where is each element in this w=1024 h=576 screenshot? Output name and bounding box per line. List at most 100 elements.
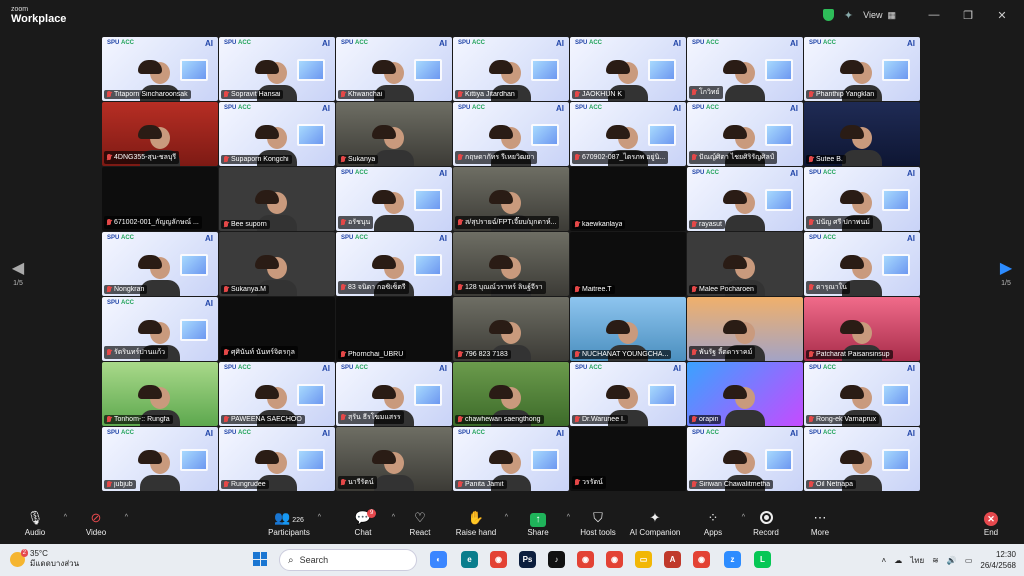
taskbar-search[interactable]: ⌕ Search [279, 549, 417, 571]
participant-tile[interactable]: orapin [687, 362, 803, 426]
participant-tile[interactable]: SPU ACC AI กฤษดากัทร รีเหยวิฒยา [453, 102, 569, 166]
tray-cloud-icon[interactable]: ☁ [894, 556, 902, 565]
encryption-shield-icon[interactable] [822, 9, 834, 21]
participant-tile[interactable]: chawhewan saengthong [453, 362, 569, 426]
language-indicator[interactable]: ไทย [910, 554, 924, 567]
taskbar-app-explorer-icon[interactable]: ▭ [635, 551, 652, 568]
video-button[interactable]: ⊘ Video ^ [66, 510, 128, 537]
participant-tile[interactable]: SPU ACC AI rayasut [687, 167, 803, 231]
taskbar-app-edge-icon[interactable]: e [461, 551, 478, 568]
ai-companion-button[interactable]: ✦ AI Companion [625, 510, 685, 537]
participant-tile[interactable]: SPU ACC AI Rong-ek Varnaprux [804, 362, 920, 426]
taskbar-app-chrome4-icon[interactable]: ◉ [693, 551, 710, 568]
participant-tile[interactable]: SPU ACC AI โกวิทย์ [687, 37, 803, 101]
participant-tile[interactable]: SPU ACC AI Siriwan Chawalitmetha [687, 427, 803, 491]
minimize-icon[interactable]: — [922, 9, 946, 21]
participant-tile[interactable]: SPU ACC AI Rungrudee [219, 427, 335, 491]
participant-tile[interactable]: Tonhom-:: Rungfa [102, 362, 218, 426]
taskbar-app-copilot-icon[interactable]: ◐ [430, 551, 447, 568]
close-icon[interactable]: ✕ [990, 9, 1014, 22]
participant-tile[interactable]: SPU ACC AI Sopravit Hansai [219, 37, 335, 101]
participant-tile[interactable]: Sutee B. [804, 102, 920, 166]
muted-mic-icon [223, 221, 229, 228]
taskbar-app-pdf-icon[interactable]: A [664, 551, 681, 568]
participant-tile[interactable]: SPU ACC AI 670902-087_ไตรภพ อยู่นิ... [570, 102, 686, 166]
participant-tile[interactable]: Patcharat Paisansinsup [804, 297, 920, 361]
taskbar-app-line-icon[interactable]: L [754, 551, 771, 568]
participant-tile[interactable]: 796 823 7183 [453, 297, 569, 361]
participant-tile[interactable]: SPU ACC AI อรัชนุน [336, 167, 452, 231]
participant-tile[interactable]: SPU ACC AI สุรัน ธีรโฆมแสรร [336, 362, 452, 426]
participant-tile[interactable]: 671002-001_กัญญลักษณ์ ... [102, 167, 218, 231]
participant-tile[interactable]: SPU ACC AI Phanthip Yangklan [804, 37, 920, 101]
taskbar-app-chrome-icon[interactable]: ◉ [490, 551, 507, 568]
participants-button[interactable]: 👥 226 Participants ^ [259, 510, 321, 537]
participant-tile[interactable]: SPU ACC AI jubjub [102, 427, 218, 491]
taskbar-clock[interactable]: 12:30 26/4/2568 [980, 549, 1016, 571]
share-button[interactable]: ↑ Share ^ [508, 510, 570, 537]
participant-tile[interactable]: Bee suporn [219, 167, 335, 231]
audio-button[interactable]: 🎙 Audio ^ [5, 510, 67, 537]
participant-tile[interactable]: Sukanya.M [219, 232, 335, 296]
participant-tile[interactable]: 4DNG355-สุน-ชลบุรี [102, 102, 218, 166]
taskbar-app-chrome2-icon[interactable]: ◉ [577, 551, 594, 568]
battery-icon[interactable]: ▭ [965, 556, 973, 565]
participant-tile[interactable]: SPU ACC AI Titaporn Sincharoonsak [102, 37, 218, 101]
more-button[interactable]: ⋯ More [790, 510, 850, 537]
video-options-caret-icon[interactable]: ^ [125, 514, 128, 521]
participant-tile[interactable]: พันรัฐ ลี้ตดาราคม์ [687, 297, 803, 361]
record-button[interactable]: Record [736, 510, 796, 537]
participants-caret-icon[interactable]: ^ [318, 514, 321, 521]
participant-tile[interactable]: SPU ACC AI Nongkran [102, 232, 218, 296]
view-button[interactable]: View ▦ [863, 10, 896, 21]
participant-tile[interactable]: SPU ACC AI ปัณญ์ศิตา ไชยศิริรัญศิลป์ [687, 102, 803, 166]
participant-name: อรัชนุน [348, 219, 371, 226]
participant-tile[interactable]: SPU ACC AI Kittiya Jitardhan [453, 37, 569, 101]
previous-page-button[interactable]: ◀ 1/5 [8, 258, 28, 287]
participant-tile[interactable]: วรรัตน์ [570, 427, 686, 491]
taskbar-app-chrome3-icon[interactable]: ◉ [606, 551, 623, 568]
participant-tile[interactable]: SPU ACC AI Supaporn Kongchi [219, 102, 335, 166]
participant-tile[interactable]: kaewkanlaya [570, 167, 686, 231]
apps-button[interactable]: ⁘ Apps ^ [683, 510, 745, 537]
ai-sparkle-icon[interactable]: ✦ [844, 9, 853, 22]
participant-tile[interactable]: SPU ACC AI ปนัญ ศรี ปกาพนม์ [804, 167, 920, 231]
host-tools-button[interactable]: ⛉ Host tools [568, 510, 628, 537]
participant-tile[interactable]: SPU ACC AI JAOKHUN K [570, 37, 686, 101]
participant-tile[interactable]: SPU ACC AI ดารุณาใน [804, 232, 920, 296]
ai-logo: AI [907, 234, 915, 243]
raise-hand-button[interactable]: ✋ Raise hand ^ [446, 510, 508, 537]
react-button[interactable]: ♡ React [390, 510, 450, 537]
participant-name: กฤษดากัทร รีเหยวิฒยา [465, 154, 535, 161]
participant-tile[interactable]: SPU ACC AI Dr.Warunee I. [570, 362, 686, 426]
tray-overflow-chevron-icon[interactable]: ˄ [882, 556, 887, 565]
participant-tile[interactable]: Sukanya [336, 102, 452, 166]
participant-tile[interactable]: 128 บุณณ์วราทร์ ลินฐ์จีรา [453, 232, 569, 296]
next-page-button[interactable]: ▶ 1/5 [996, 258, 1016, 287]
participant-tile[interactable]: SPU ACC AI Oil Netnapa [804, 427, 920, 491]
participant-tile[interactable]: SPU ACC AI รัตรินทร์ปานแก้ว [102, 297, 218, 361]
participant-tile[interactable]: Maitree.T [570, 232, 686, 296]
participant-tile[interactable]: SPU ACC AI Khwanchai [336, 37, 452, 101]
volume-icon[interactable]: 🔊 [947, 556, 957, 565]
participant-tile[interactable]: ส/สุปรายฉ์/FPTเจี๊ยบ/มุกดาห์... [453, 167, 569, 231]
participant-tile[interactable]: Malee Pocharoen [687, 232, 803, 296]
participant-tile[interactable]: SPU ACC AI PAWEENA SAECHOO [219, 362, 335, 426]
taskbar-app-photoshop-icon[interactable]: Ps [519, 551, 536, 568]
participant-tile[interactable]: ศุศินันท์ นันทร์จิตรกุล [219, 297, 335, 361]
taskbar-app-tiktok-icon[interactable]: ♪ [548, 551, 565, 568]
weather-widget[interactable]: 2 35°C มีแดดบางส่วน [10, 548, 79, 569]
participant-tile[interactable]: SPU ACC AI Panita Jamit [453, 427, 569, 491]
participant-tile[interactable]: Phornchai_UBRU [336, 297, 452, 361]
participant-nameplate: 83 จนิดา กอซิเซ็ตรี [338, 281, 409, 294]
chat-button[interactable]: 💬 9 Chat ^ [333, 509, 395, 537]
participant-name: ปัณญ์ศิตา ไชยศิริรัญศิลป์ [699, 154, 775, 161]
participant-tile[interactable]: NUCHANAT YOUNGCHA... [570, 297, 686, 361]
end-button[interactable]: ✕ End [961, 510, 1021, 537]
wifi-icon[interactable]: ≋ [932, 556, 939, 565]
participant-tile[interactable]: นารีรัตน์ [336, 427, 452, 491]
restore-icon[interactable]: ❐ [956, 9, 980, 22]
taskbar-app-zoom-icon[interactable]: z [724, 551, 741, 568]
windows-start-icon[interactable] [253, 552, 267, 566]
participant-tile[interactable]: SPU ACC AI 83 จนิดา กอซิเซ็ตรี [336, 232, 452, 296]
